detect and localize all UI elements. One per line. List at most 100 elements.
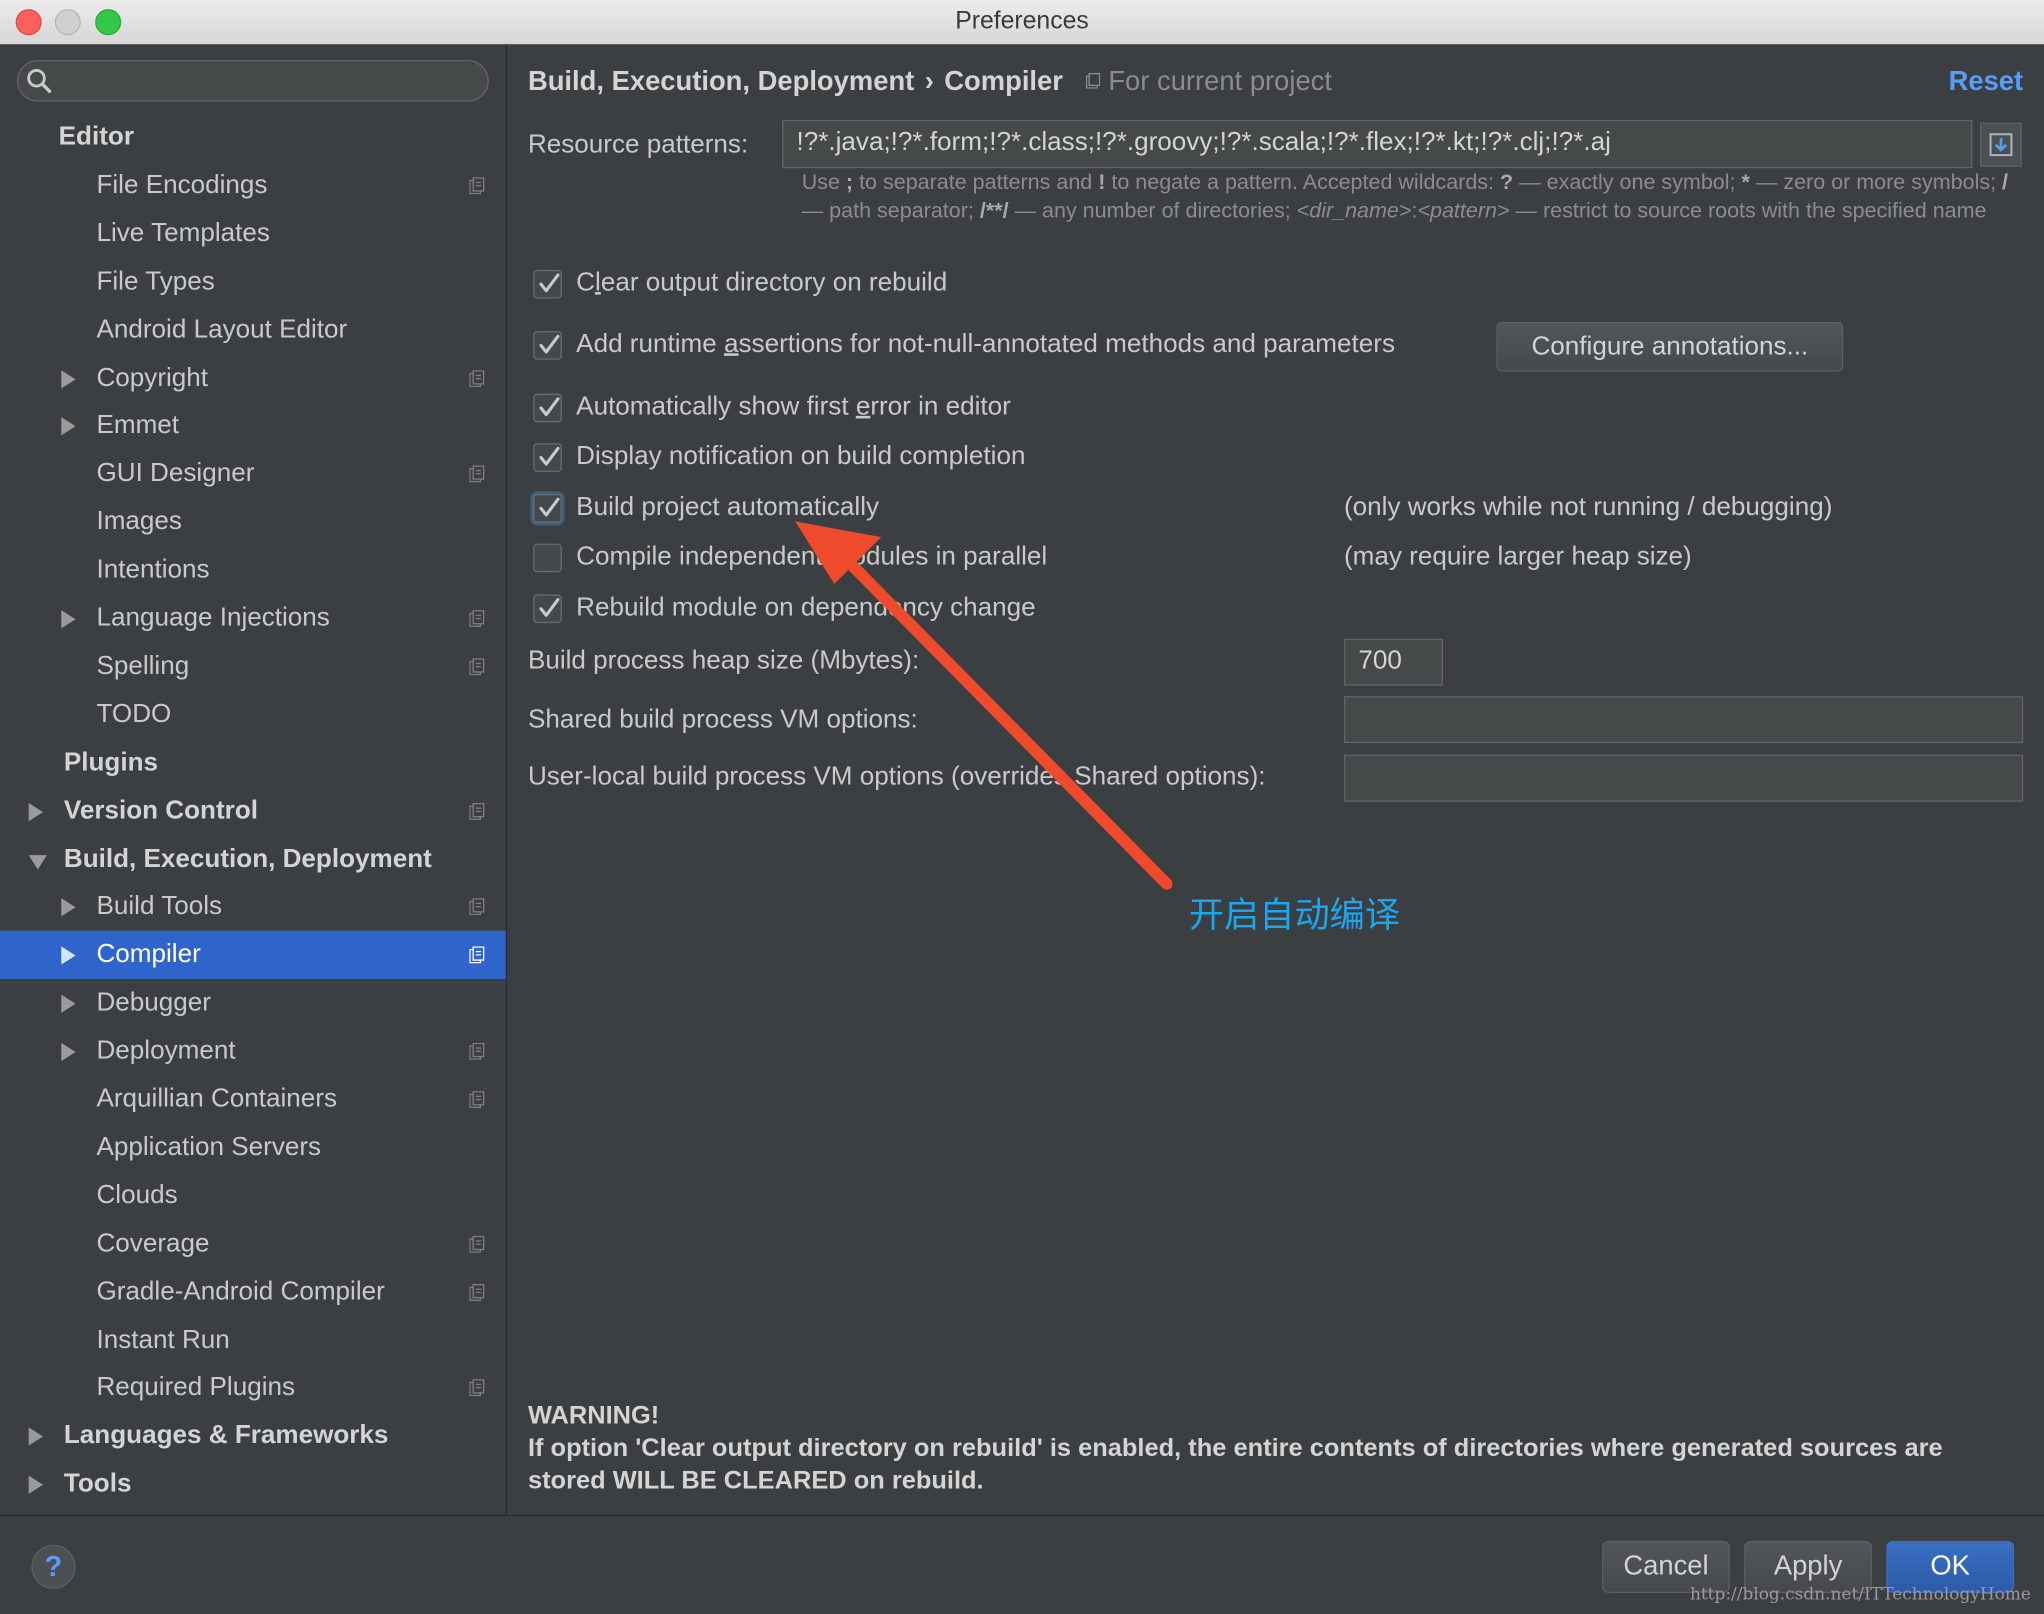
help-button[interactable]: ? <box>31 1544 76 1590</box>
compiler-settings-panel: Build, Execution, Deployment › Compiler Fo… <box>507 44 2044 1515</box>
sidebar-item-label: Language Injections <box>96 603 330 633</box>
checkmark-icon <box>539 273 560 293</box>
sidebar-item-gui-designer[interactable]: GUI Designer <box>0 450 506 498</box>
sidebar-item-label: Version Control <box>63 795 258 825</box>
sidebar-item-instant-run[interactable]: Instant Run <box>0 1316 506 1364</box>
project-scope-icon <box>469 946 485 964</box>
project-scope-icon <box>469 1235 485 1253</box>
clear-output-checkbox[interactable] <box>533 269 562 299</box>
project-scope-icon <box>469 898 485 916</box>
checkmark-icon <box>539 497 560 517</box>
project-scope-icon <box>469 802 485 820</box>
show-first-error-checkbox[interactable] <box>533 393 562 423</box>
sidebar-item-label: Required Plugins <box>96 1373 296 1402</box>
sidebar-item-label: Images <box>96 507 182 537</box>
sidebar-item-deployment[interactable]: Deployment <box>0 1027 506 1075</box>
watermark: http://blog.csdn.net/ITTechnologyHome <box>1689 1585 2031 1605</box>
sidebar-item-label: Gradle-Android Compiler <box>96 1276 385 1306</box>
dialog-footer: ? Cancel Apply OK http://blog.csdn.net/I… <box>0 1514 2044 1614</box>
sidebar-item-build-tools[interactable]: Build Tools <box>0 883 506 931</box>
sidebar-item-version-control[interactable]: Version Control <box>0 787 506 835</box>
window-titlebar: Preferences <box>0 0 2044 46</box>
sidebar-item-build-execution-deployment[interactable]: Build, Execution, Deployment <box>0 835 506 883</box>
sidebar-item-required-plugins[interactable]: Required Plugins <box>0 1364 506 1412</box>
compile-parallel-note: (may require larger heap size) <box>1343 542 1692 571</box>
heap-size-label: Build process heap size (Mbytes): <box>527 646 920 676</box>
sidebar-item-editor[interactable]: Editor <box>0 113 506 161</box>
chevron-right-icon[interactable] <box>61 898 76 917</box>
sidebar-item-label: Coverage <box>96 1228 210 1258</box>
sidebar-item-tools[interactable]: Tools <box>0 1460 506 1508</box>
build-automatically-note: (only works while not running / debuggin… <box>1343 492 1833 522</box>
sidebar-item-label: Editor <box>58 122 134 152</box>
sidebar-item-label: Live Templates <box>96 218 270 248</box>
rebuild-on-dependency-checkbox[interactable] <box>533 594 562 624</box>
sidebar-item-label: Debugger <box>96 988 211 1018</box>
chevron-right-icon[interactable] <box>61 994 76 1014</box>
sidebar-item-application-servers[interactable]: Application Servers <box>0 1124 506 1172</box>
sidebar-item-gradle-android-compiler[interactable]: Gradle-Android Compiler <box>0 1268 506 1316</box>
chevron-right-icon[interactable] <box>28 1475 44 1495</box>
sidebar-item-label: Instant Run <box>96 1325 230 1354</box>
sidebar-item-arquillian-containers[interactable]: Arquillian Containers <box>0 1075 506 1123</box>
sidebar-item-android-layout-editor[interactable]: Android Layout Editor <box>0 306 506 354</box>
breadcrumb-parent[interactable]: Build, Execution, Deployment <box>528 66 914 96</box>
sidebar-item-plugins[interactable]: Plugins <box>0 739 506 787</box>
project-scope-icon <box>1086 72 1101 89</box>
build-automatically-checkbox[interactable] <box>533 494 562 523</box>
sidebar-item-compiler[interactable]: Compiler <box>0 931 506 980</box>
sidebar-item-label: TODO <box>96 699 172 729</box>
runtime-assertions-checkbox[interactable] <box>533 331 562 360</box>
compile-parallel-checkbox[interactable] <box>533 543 562 573</box>
sidebar-item-label: Spelling <box>96 651 190 681</box>
sidebar-item-file-encodings[interactable]: File Encodings <box>0 162 506 210</box>
shared-vm-input[interactable] <box>1343 696 2024 744</box>
resource-patterns-input[interactable]: !?*.java;!?*.form;!?*.class;!?*.groovy;!… <box>782 119 1973 169</box>
chevron-right-icon[interactable] <box>61 417 76 436</box>
chevron-down-icon[interactable] <box>28 854 47 869</box>
sidebar-item-label: Arquillian Containers <box>96 1084 338 1114</box>
sidebar-item-copyright[interactable]: Copyright <box>0 354 506 402</box>
configure-annotations-button[interactable]: Configure annotations... <box>1496 321 1844 372</box>
breadcrumb-current: Compiler <box>944 66 1063 97</box>
sidebar-item-label: Deployment <box>96 1036 236 1066</box>
sidebar-item-languages-frameworks[interactable]: Languages & Frameworks <box>0 1412 506 1460</box>
user-vm-input[interactable] <box>1343 754 2024 802</box>
sidebar-item-images[interactable]: Images <box>0 498 506 546</box>
shared-vm-label: Shared build process VM options: <box>527 705 918 734</box>
project-scope-icon <box>469 177 485 195</box>
sidebar-item-label: Compiler <box>96 940 201 969</box>
sidebar-item-spelling[interactable]: Spelling <box>0 643 506 691</box>
sidebar-item-language-injections[interactable]: Language Injections <box>0 594 506 642</box>
project-scope-icon <box>469 610 485 628</box>
chevron-right-icon[interactable] <box>61 946 76 966</box>
warning-message: WARNING! If option 'Clear output directo… <box>528 1400 2027 1498</box>
sidebar-item-coverage[interactable]: Coverage <box>0 1220 506 1268</box>
sidebar-item-label: File Types <box>96 266 215 296</box>
heap-size-input[interactable]: 700 <box>1343 638 1444 686</box>
reset-link[interactable]: Reset <box>1949 66 2024 97</box>
chevron-right-icon[interactable] <box>61 1042 76 1062</box>
project-scope-icon <box>469 1091 485 1109</box>
expand-field-button[interactable] <box>1980 122 2022 167</box>
sidebar-item-todo[interactable]: TODO <box>0 691 506 739</box>
notify-build-checkbox[interactable] <box>533 443 562 472</box>
sidebar-item-label: Copyright <box>96 363 209 392</box>
chevron-right-icon[interactable] <box>61 369 76 388</box>
user-vm-label: User-local build process VM options (ove… <box>527 762 1266 792</box>
checkmark-icon <box>539 598 560 617</box>
sidebar-item-emmet[interactable]: Emmet <box>0 402 506 450</box>
sidebar-item-intentions[interactable]: Intentions <box>0 546 506 594</box>
sidebar-item-file-types[interactable]: File Types <box>0 258 506 306</box>
sidebar-item-live-templates[interactable]: Live Templates <box>0 210 506 258</box>
project-scope-icon <box>469 658 485 676</box>
project-scope-icon <box>469 1042 485 1060</box>
warning-text: If option 'Clear output directory on reb… <box>527 1433 1943 1496</box>
chevron-right-icon[interactable] <box>28 1427 44 1447</box>
search-input[interactable] <box>16 59 489 102</box>
chevron-right-icon[interactable] <box>28 802 44 821</box>
sidebar-item-clouds[interactable]: Clouds <box>0 1172 506 1220</box>
chevron-right-icon[interactable] <box>61 610 76 629</box>
window-title: Preferences <box>955 7 1089 36</box>
sidebar-item-debugger[interactable]: Debugger <box>0 979 506 1027</box>
